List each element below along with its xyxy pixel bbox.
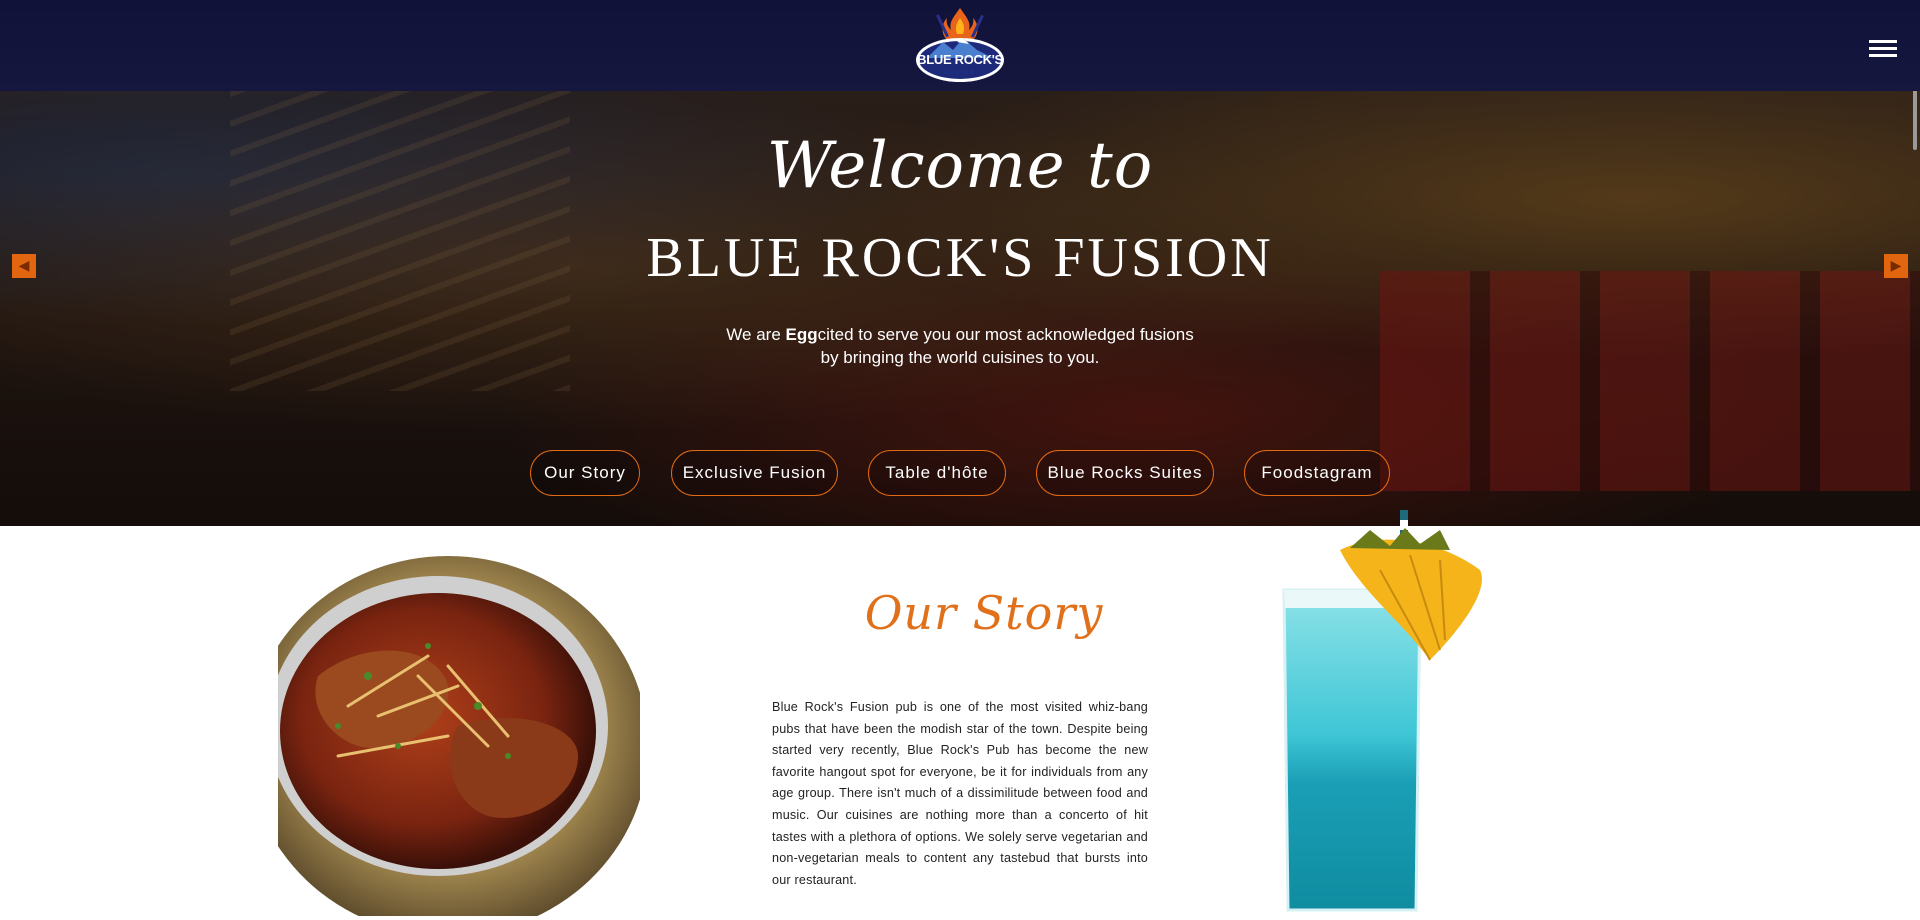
hero-subtitle-highlight: Egg [785,325,818,344]
our-story-heading: Our Story [864,586,1104,640]
blue-cocktail-image [1280,510,1496,916]
brand-logo[interactable]: BLUE ROCK'S FUSION [913,4,1007,84]
hero-button-group: Our Story Exclusive Fusion Table d'hôte … [0,450,1920,496]
logo-text: BLUE ROCK'S [917,52,1003,67]
top-navbar: BLUE ROCK'S FUSION [0,0,1920,91]
hero-welcome-heading: Welcome to [766,129,1154,203]
blue-rocks-suites-button[interactable]: Blue Rocks Suites [1036,450,1214,496]
foodstagram-button[interactable]: Foodstagram [1244,450,1390,496]
carousel-prev-button[interactable]: ◀ [12,254,36,278]
our-story-button[interactable]: Our Story [530,450,640,496]
exclusive-fusion-button[interactable]: Exclusive Fusion [671,450,838,496]
carousel-next-button[interactable]: ▶ [1884,254,1908,278]
our-story-paragraph: Blue Rock's Fusion pub is one of the mos… [772,700,1148,887]
logo-subtext: FUSION [944,70,976,76]
chevron-left-icon: ◀ [18,258,30,274]
hero-title: BLUE ROCK'S FUSION [646,227,1274,289]
hero-banner: Welcome to BLUE ROCK'S FUSION We are Egg… [0,91,1920,526]
chevron-right-icon: ▶ [1890,258,1902,274]
hamburger-menu-icon[interactable] [1869,40,1897,58]
hero-subtitle: We are Eggcited to serve you our most ac… [726,325,1194,367]
table-dhote-button[interactable]: Table d'hôte [868,450,1006,496]
